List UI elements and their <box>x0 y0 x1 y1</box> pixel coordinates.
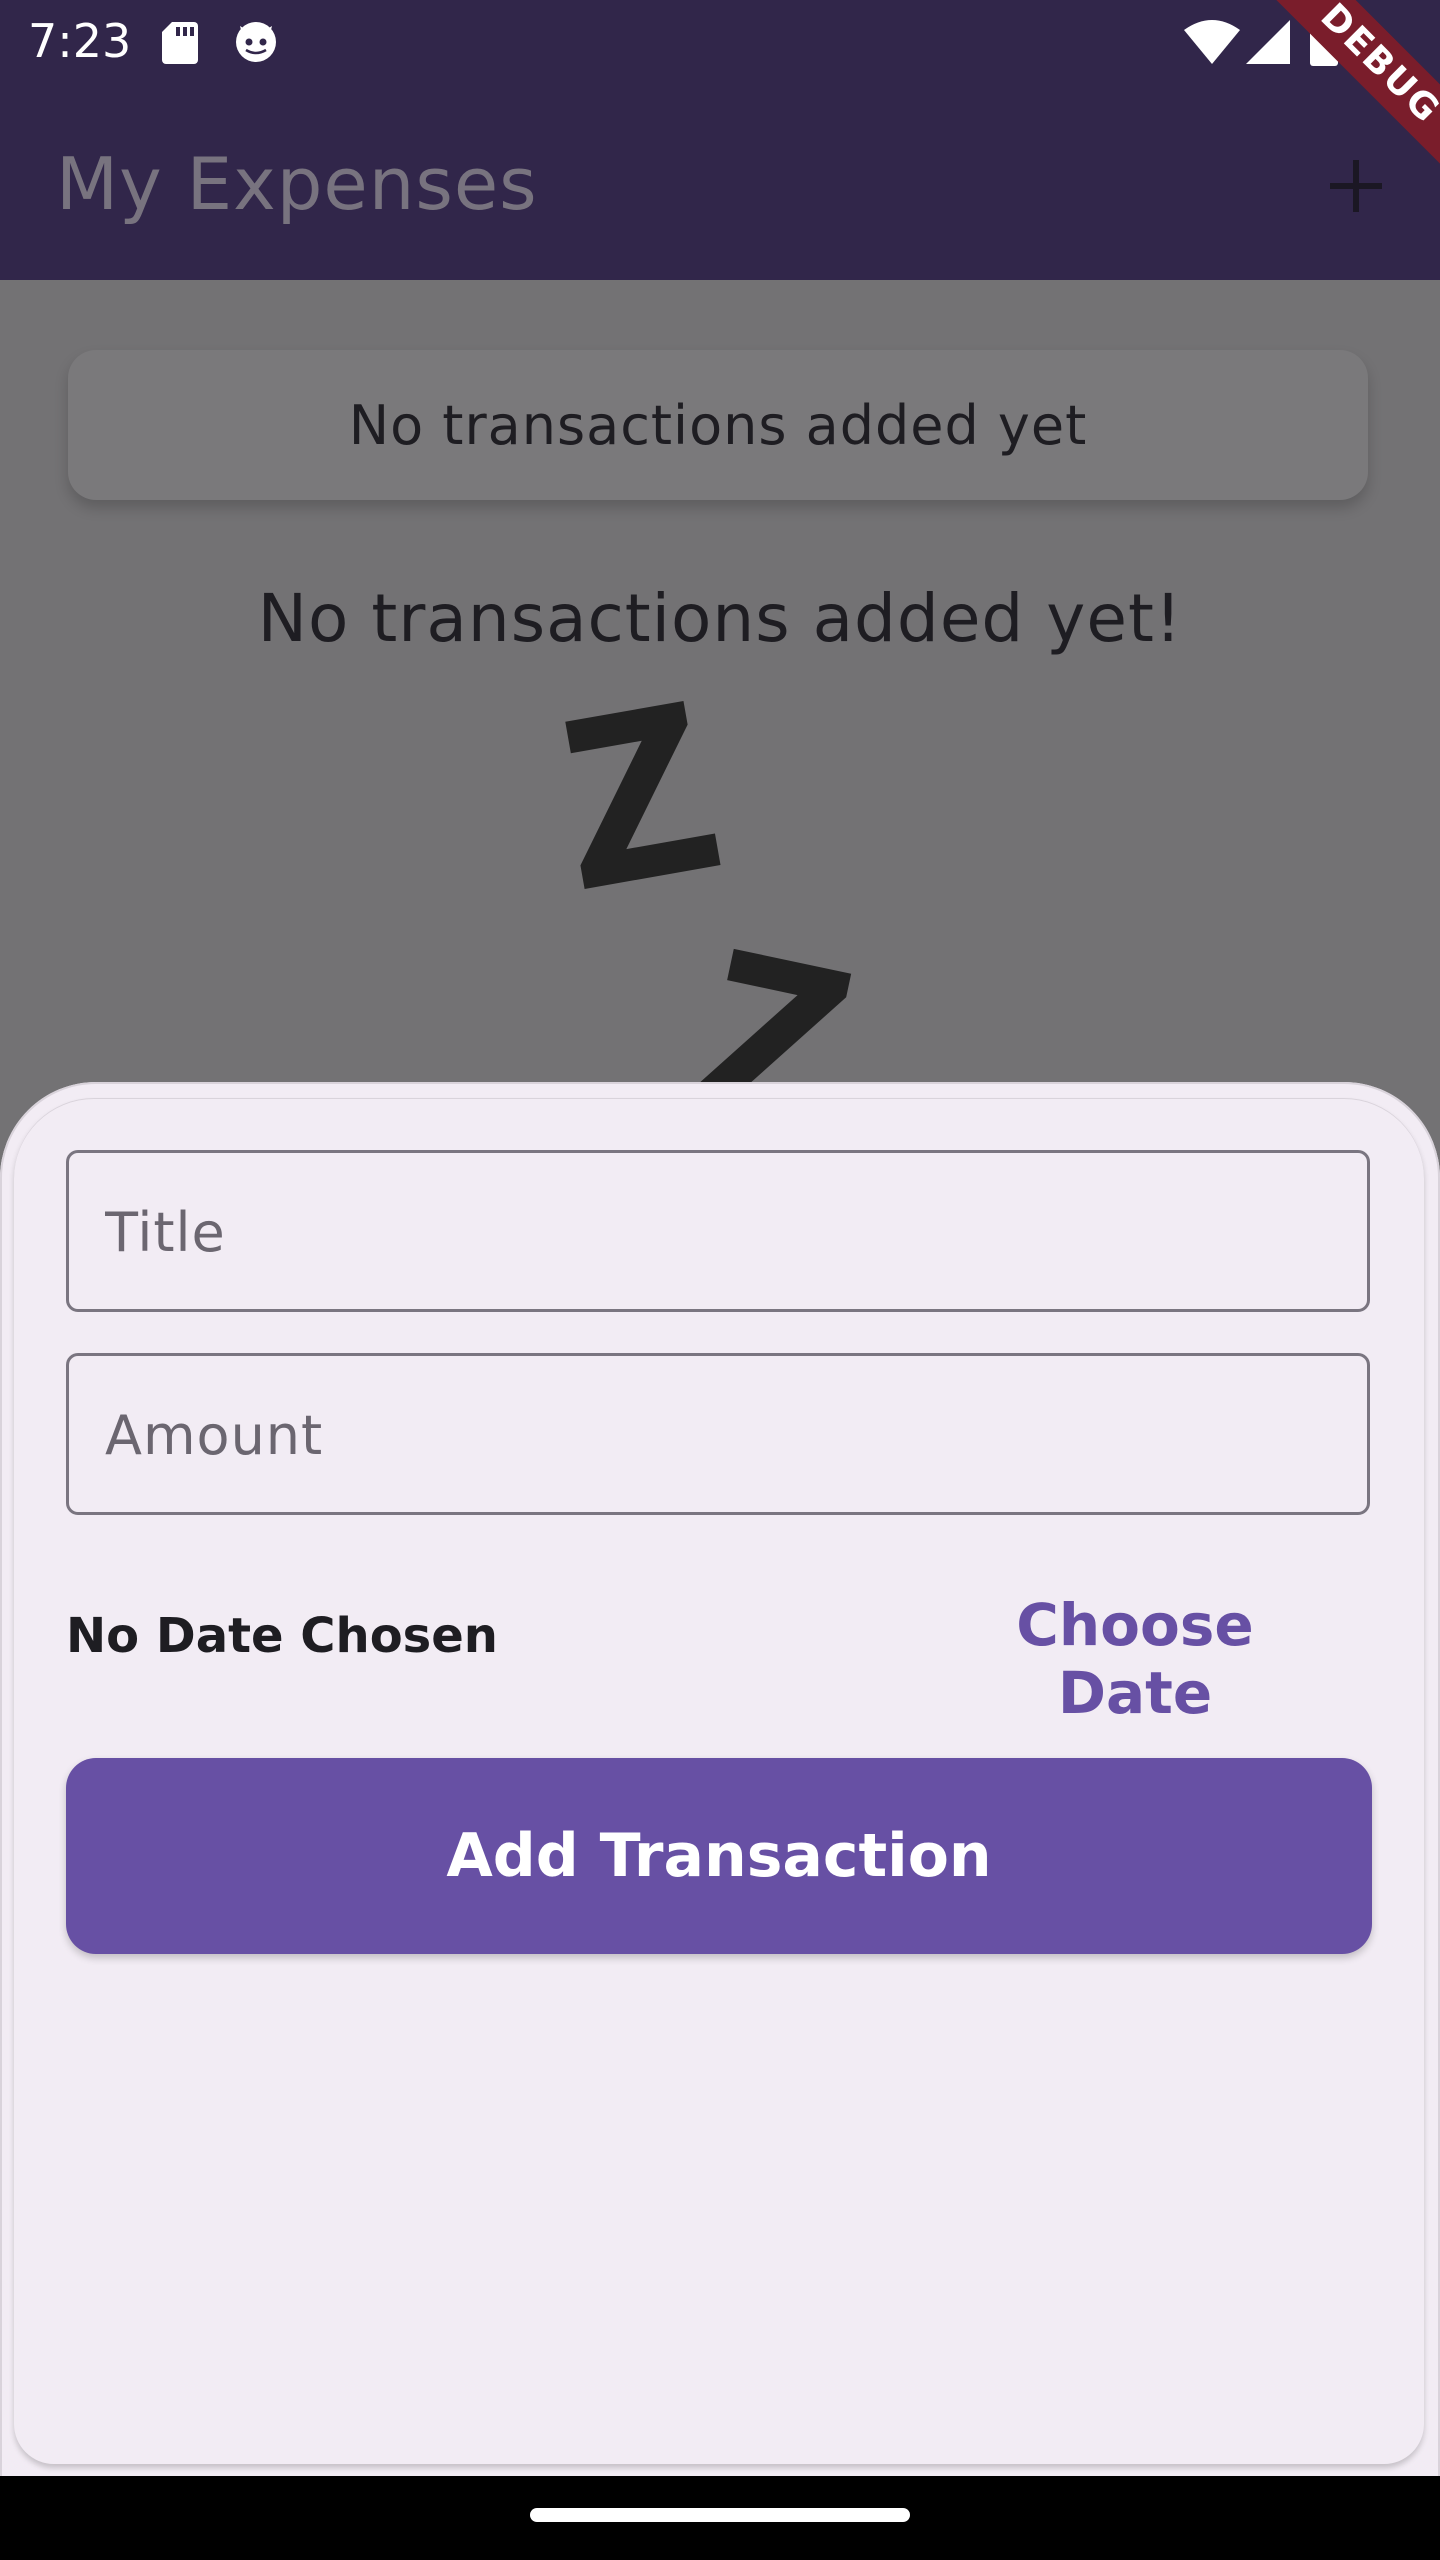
date-status-text: No Date Chosen <box>66 1608 498 1664</box>
status-bar: 7:23 <box>0 0 1440 84</box>
home-indicator[interactable] <box>530 2508 910 2522</box>
signal-icon <box>1246 20 1290 64</box>
chart-summary-text: No transactions added yet <box>348 394 1088 457</box>
wifi-icon <box>1184 20 1240 64</box>
sd-card-icon <box>162 22 198 64</box>
empty-state-heading: No transactions added yet! <box>257 580 1183 657</box>
amount-field[interactable] <box>66 1353 1370 1515</box>
system-nav-bar <box>0 2476 1440 2560</box>
status-time: 7:23 <box>28 14 132 68</box>
sleeping-zz-image <box>565 700 852 1110</box>
android-bot-icon <box>236 22 276 62</box>
amount-input[interactable] <box>103 1356 1337 1514</box>
title-input[interactable] <box>103 1153 1337 1311</box>
add-transaction-button[interactable]: Add Transaction <box>66 1758 1372 1954</box>
app-title: My Expenses <box>56 142 538 226</box>
title-field[interactable] <box>66 1150 1370 1312</box>
screen: 7:23 My Expenses DEBUG No transactions a… <box>0 0 1440 2560</box>
app-bar: My Expenses <box>0 84 1440 280</box>
choose-date-button[interactable]: Choose Date <box>930 1590 1340 1727</box>
add-icon[interactable] <box>1326 156 1386 216</box>
chart-summary-card: No transactions added yet <box>68 350 1368 500</box>
